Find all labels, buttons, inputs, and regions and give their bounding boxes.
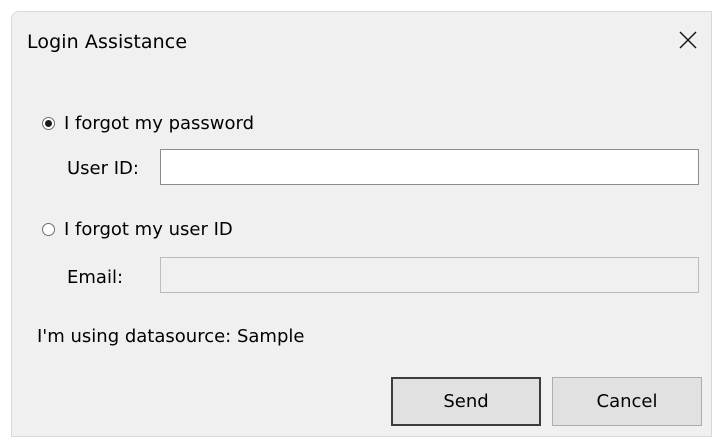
- forgot-userid-option[interactable]: I forgot my user ID: [42, 219, 233, 240]
- login-assistance-dialog: Login Assistance I forgot my password Us…: [11, 11, 712, 437]
- forgot-password-radio[interactable]: [42, 117, 55, 130]
- dialog-title: Login Assistance: [27, 31, 188, 53]
- forgot-userid-radio[interactable]: [42, 223, 55, 236]
- forgot-password-label[interactable]: I forgot my password: [64, 113, 254, 134]
- forgot-password-option[interactable]: I forgot my password: [42, 113, 254, 134]
- forgot-userid-label[interactable]: I forgot my user ID: [64, 219, 233, 240]
- title-bar: Login Assistance: [12, 12, 711, 74]
- email-input[interactable]: [160, 257, 699, 293]
- cancel-button[interactable]: Cancel: [552, 377, 702, 426]
- datasource-status: I'm using datasource: Sample: [37, 326, 305, 347]
- user-id-input[interactable]: [160, 149, 699, 185]
- close-button[interactable]: [668, 20, 708, 60]
- email-label: Email:: [67, 267, 124, 288]
- user-id-label: User ID:: [67, 158, 139, 179]
- close-icon: [679, 31, 697, 49]
- send-button[interactable]: Send: [391, 377, 541, 426]
